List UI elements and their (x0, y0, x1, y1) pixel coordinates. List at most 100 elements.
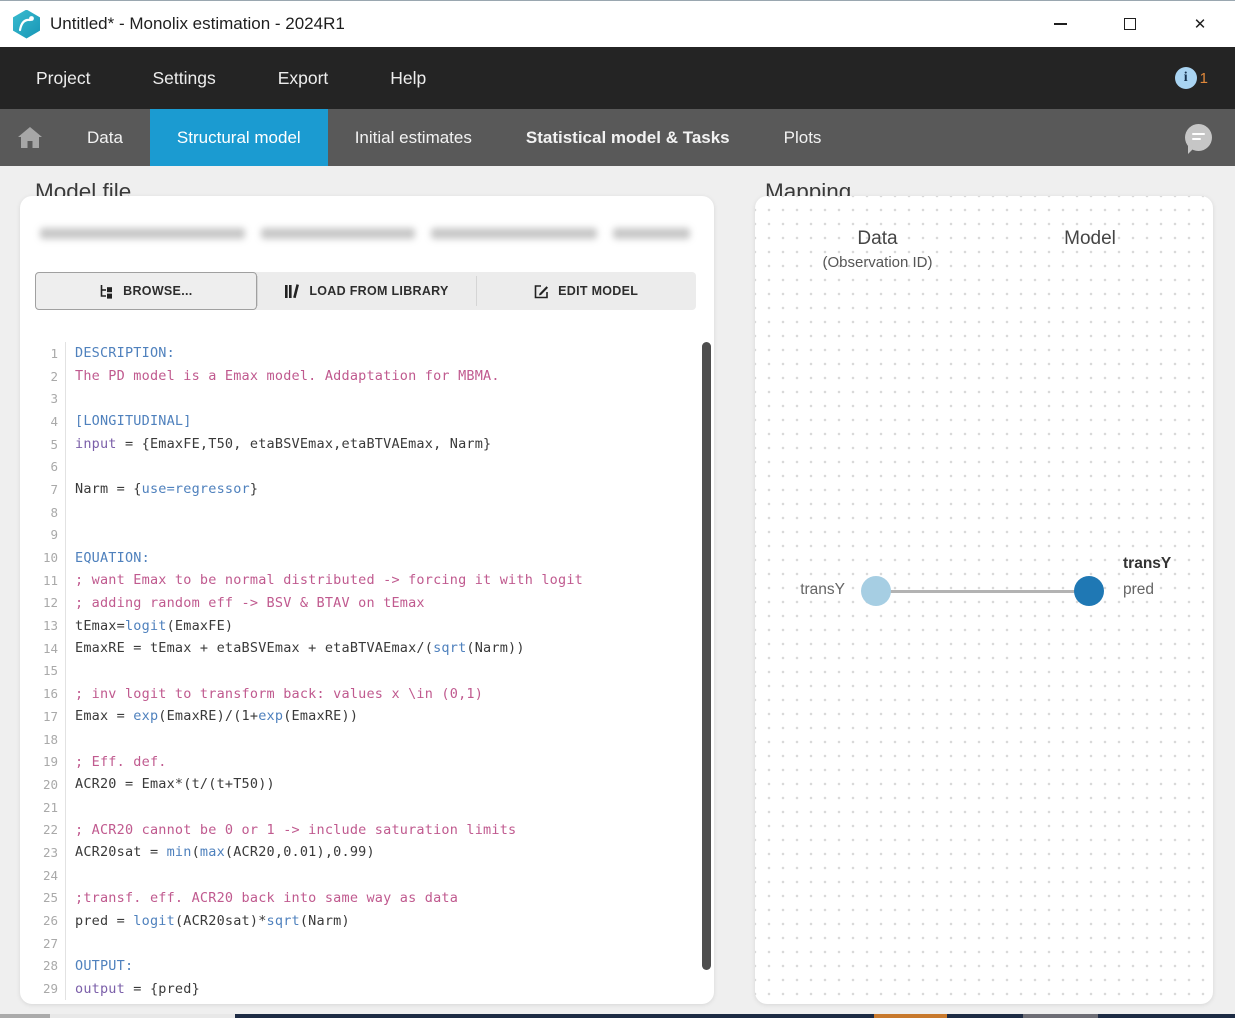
load-from-library-button-label: LOAD FROM LIBRARY (309, 284, 448, 298)
code-text: ACR20sat = min(max(ACR20,0.01),0.99) (66, 841, 375, 864)
code-line: 14EmaxRE = tEmax + etaBSVEmax + etaBTVAE… (32, 637, 694, 660)
edit-model-button-label: EDIT MODEL (558, 284, 638, 298)
code-line: 9 (32, 524, 694, 547)
window-controls: ✕ (1025, 1, 1235, 47)
line-number: 20 (32, 773, 66, 796)
tab-data[interactable]: Data (60, 109, 150, 166)
code-text (66, 455, 75, 478)
line-number: 16 (32, 682, 66, 705)
model-file-card: BROWSE... LOAD FROM LIBRARY EDIT MODEL 1… (20, 196, 714, 1004)
code-text: pred = logit(ACR20sat)*sqrt(Narm) (66, 909, 350, 932)
tab-statistical-model-tasks[interactable]: Statistical model & Tasks (499, 109, 757, 166)
code-line: 4[LONGITUDINAL] (32, 410, 694, 433)
code-line: 1DESCRIPTION: (32, 342, 694, 365)
window-title: Untitled* - Monolix estimation - 2024R1 (50, 14, 345, 34)
code-line: 8 (32, 501, 694, 524)
feedback-button[interactable] (1185, 124, 1213, 152)
line-number: 26 (32, 909, 66, 932)
line-number: 3 (32, 387, 66, 410)
code-line: 19; Eff. def. (32, 750, 694, 773)
maximize-button[interactable] (1095, 1, 1165, 47)
bottom-strip-navy-3 (1098, 1014, 1235, 1018)
title-bar: Untitled* - Monolix estimation - 2024R1 … (0, 0, 1235, 47)
code-line: 15 (32, 660, 694, 683)
code-line: 26pred = logit(ACR20sat)*sqrt(Narm) (32, 909, 694, 932)
model-code-editor[interactable]: 1DESCRIPTION:2The PD model is a Emax mod… (32, 342, 694, 1000)
line-number: 1 (32, 342, 66, 365)
code-line: 29output = {pred} (32, 977, 694, 1000)
line-number: 14 (32, 637, 66, 660)
code-text: ; ACR20 cannot be 0 or 1 -> include satu… (66, 818, 516, 841)
code-line: 7Narm = {use=regressor} (32, 478, 694, 501)
load-from-library-button[interactable]: LOAD FROM LIBRARY (257, 272, 477, 310)
code-line: 28OUTPUT: (32, 955, 694, 978)
code-line: 10EQUATION: (32, 546, 694, 569)
code-text: OUTPUT: (66, 955, 133, 978)
minimize-icon (1054, 23, 1067, 25)
browse-button[interactable]: BROWSE... (35, 272, 257, 310)
line-number: 10 (32, 546, 66, 569)
code-line: 27 (32, 932, 694, 955)
code-text: EQUATION: (66, 546, 150, 569)
home-button[interactable] (0, 109, 60, 166)
edit-model-button[interactable]: EDIT MODEL (476, 272, 696, 310)
line-number: 18 (32, 728, 66, 751)
menu-export[interactable]: Export (278, 68, 329, 89)
code-text: The PD model is a Emax model. Addaptatio… (66, 365, 500, 388)
tab-initial-estimates[interactable]: Initial estimates (328, 109, 499, 166)
code-text: EmaxRE = tEmax + etaBSVEmax + etaBTVAEma… (66, 637, 525, 660)
line-number: 13 (32, 614, 66, 637)
line-number: 25 (32, 887, 66, 910)
mapping-column-model: Model (1000, 228, 1180, 250)
minimize-button[interactable] (1025, 1, 1095, 47)
menu-project[interactable]: Project (36, 68, 90, 89)
code-line: 24 (32, 864, 694, 887)
bottom-strip-navy-2 (947, 1014, 1023, 1018)
tab-structural-model[interactable]: Structural model (150, 109, 328, 166)
menu-settings[interactable]: Settings (152, 68, 215, 89)
menu-help[interactable]: Help (390, 68, 426, 89)
mapping-card: Data (Observation ID) Model transY trans… (755, 196, 1213, 1004)
home-icon (18, 127, 42, 148)
monolix-app-icon (13, 10, 40, 39)
code-text: ACR20 = Emax*(t/(t+T50)) (66, 773, 275, 796)
code-text (66, 660, 75, 683)
notification-badge[interactable]: i 1 (1175, 67, 1208, 89)
notification-count: 1 (1200, 70, 1208, 87)
line-number: 5 (32, 433, 66, 456)
mapping-column-data-sub: (Observation ID) (755, 254, 1000, 271)
line-number: 12 (32, 592, 66, 615)
mapping-model-dot[interactable] (1074, 576, 1104, 606)
browse-button-label: BROWSE... (123, 284, 192, 298)
code-text: ;transf. eff. ACR20 back into same way a… (66, 887, 458, 910)
code-line: 22; ACR20 cannot be 0 or 1 -> include sa… (32, 818, 694, 841)
comment-bubble-icon (1185, 124, 1212, 151)
tab-plots[interactable]: Plots (757, 109, 849, 166)
code-line: 17Emax = exp(EmaxRE)/(1+exp(EmaxRE)) (32, 705, 694, 728)
code-text (66, 796, 75, 819)
code-text: [LONGITUDINAL] (66, 410, 192, 433)
code-text (66, 864, 75, 887)
line-number: 7 (32, 478, 66, 501)
mapping-data-dot[interactable] (861, 576, 891, 606)
line-number: 11 (32, 569, 66, 592)
close-button[interactable]: ✕ (1165, 1, 1235, 47)
code-text: ; Eff. def. (66, 750, 167, 773)
editor-scrollbar[interactable] (702, 342, 711, 970)
line-number: 17 (32, 705, 66, 728)
line-number: 23 (32, 841, 66, 864)
bottom-strip-gray-mid (1023, 1014, 1098, 1018)
line-number: 15 (32, 660, 66, 683)
mapping-model-label-pred: pred (1123, 581, 1154, 599)
code-text (66, 501, 75, 524)
line-number: 24 (32, 864, 66, 887)
mapping-model-label-transY: transY (1123, 555, 1171, 573)
code-line: 16; inv logit to transform back: values … (32, 682, 694, 705)
code-text (66, 728, 75, 751)
code-text: output = {pred} (66, 977, 200, 1000)
code-line: 11; want Emax to be normal distributed -… (32, 569, 694, 592)
code-line: 23ACR20sat = min(max(ACR20,0.01),0.99) (32, 841, 694, 864)
bottom-strip-navy-1 (235, 1014, 874, 1018)
code-line: 2The PD model is a Emax model. Addaptati… (32, 365, 694, 388)
code-line: 21 (32, 796, 694, 819)
